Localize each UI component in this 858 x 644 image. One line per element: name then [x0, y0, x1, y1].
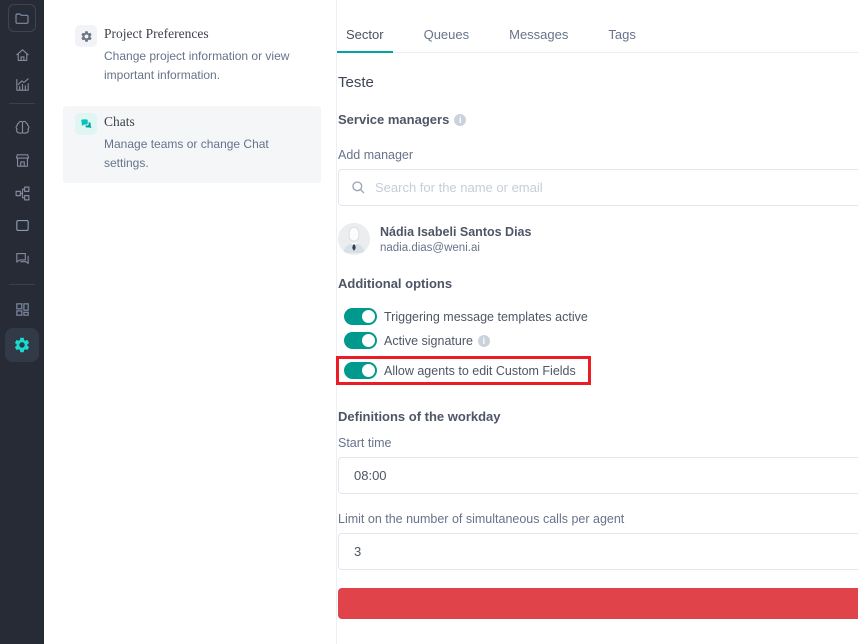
rail-divider — [9, 103, 35, 104]
manager-search — [338, 169, 858, 206]
project-selector[interactable] — [8, 4, 36, 32]
rail-divider — [9, 284, 35, 285]
window-icon[interactable] — [14, 217, 31, 234]
app-window: Project Preferences Change project infor… — [0, 0, 858, 644]
toggle-row-signature: Active signature i — [344, 332, 858, 349]
tab-queues[interactable]: Queues — [415, 27, 479, 53]
manager-search-input[interactable] — [338, 169, 858, 206]
tab-messages[interactable]: Messages — [500, 27, 577, 53]
limit-input[interactable] — [338, 533, 858, 570]
brain-icon[interactable] — [14, 119, 31, 136]
additional-options-heading: Additional options — [338, 276, 858, 291]
start-time-label: Start time — [338, 436, 858, 450]
folder-project-icon — [14, 10, 30, 26]
manager-list-item: Nádia Isabeli Santos Dias nadia.dias@wen… — [338, 223, 858, 255]
store-icon[interactable] — [14, 152, 31, 169]
manager-email: nadia.dias@weni.ai — [380, 242, 531, 254]
chats-icon[interactable] — [14, 250, 31, 267]
tab-tags[interactable]: Tags — [599, 27, 644, 53]
avatar — [338, 223, 370, 255]
chat-bubbles-icon — [75, 113, 97, 135]
sidebar-item-title: Project Preferences — [104, 25, 304, 42]
sector-name: Teste — [338, 74, 858, 91]
tab-sector[interactable]: Sector — [337, 27, 393, 53]
settings-gear-icon[interactable] — [5, 328, 39, 362]
toggle-switch-on[interactable] — [344, 332, 377, 349]
start-time-input[interactable] — [338, 457, 858, 494]
toggle-switch-on[interactable] — [344, 308, 377, 325]
info-icon[interactable]: i — [478, 335, 490, 347]
toggle-list: Triggering message templates active Acti… — [338, 308, 858, 385]
add-manager-label: Add manager — [338, 148, 858, 162]
search-icon — [350, 179, 366, 195]
sidebar-item-description: Change project information or view impor… — [104, 47, 304, 85]
settings-sidebar: Project Preferences Change project infor… — [44, 0, 337, 644]
toggle-label: Triggering message templates active — [384, 310, 588, 324]
sidebar-item-title: Chats — [104, 113, 304, 130]
apps-grid-icon[interactable] — [14, 301, 31, 318]
info-icon[interactable]: i — [454, 114, 466, 126]
toggle-label: Allow agents to edit Custom Fields — [384, 364, 576, 378]
home-icon[interactable] — [14, 47, 31, 64]
toggle-label: Active signature i — [384, 334, 490, 348]
nav-rail — [0, 0, 44, 644]
analytics-icon[interactable] — [14, 76, 31, 93]
sidebar-item-project-preferences[interactable]: Project Preferences Change project infor… — [63, 20, 321, 97]
main-panel: Sector Queues Messages Tags Teste Servic… — [337, 0, 858, 644]
sidebar-item-chats[interactable]: Chats Manage teams or change Chat settin… — [63, 106, 321, 183]
toggle-row-templates: Triggering message templates active — [344, 308, 858, 325]
workday-heading: Definitions of the workday — [338, 409, 858, 424]
annotation-highlight-box: Allow agents to edit Custom Fields — [336, 356, 591, 385]
flows-icon[interactable] — [14, 185, 31, 202]
service-managers-heading: Service managers i — [338, 112, 858, 127]
danger-button[interactable] — [338, 588, 858, 619]
gear-icon — [75, 25, 97, 47]
manager-name: Nádia Isabeli Santos Dias — [380, 225, 531, 239]
limit-label: Limit on the number of simultaneous call… — [338, 512, 858, 526]
tab-bar: Sector Queues Messages Tags — [337, 0, 858, 53]
sidebar-item-description: Manage teams or change Chat settings. — [104, 135, 304, 173]
toggle-switch-on[interactable] — [344, 362, 377, 379]
